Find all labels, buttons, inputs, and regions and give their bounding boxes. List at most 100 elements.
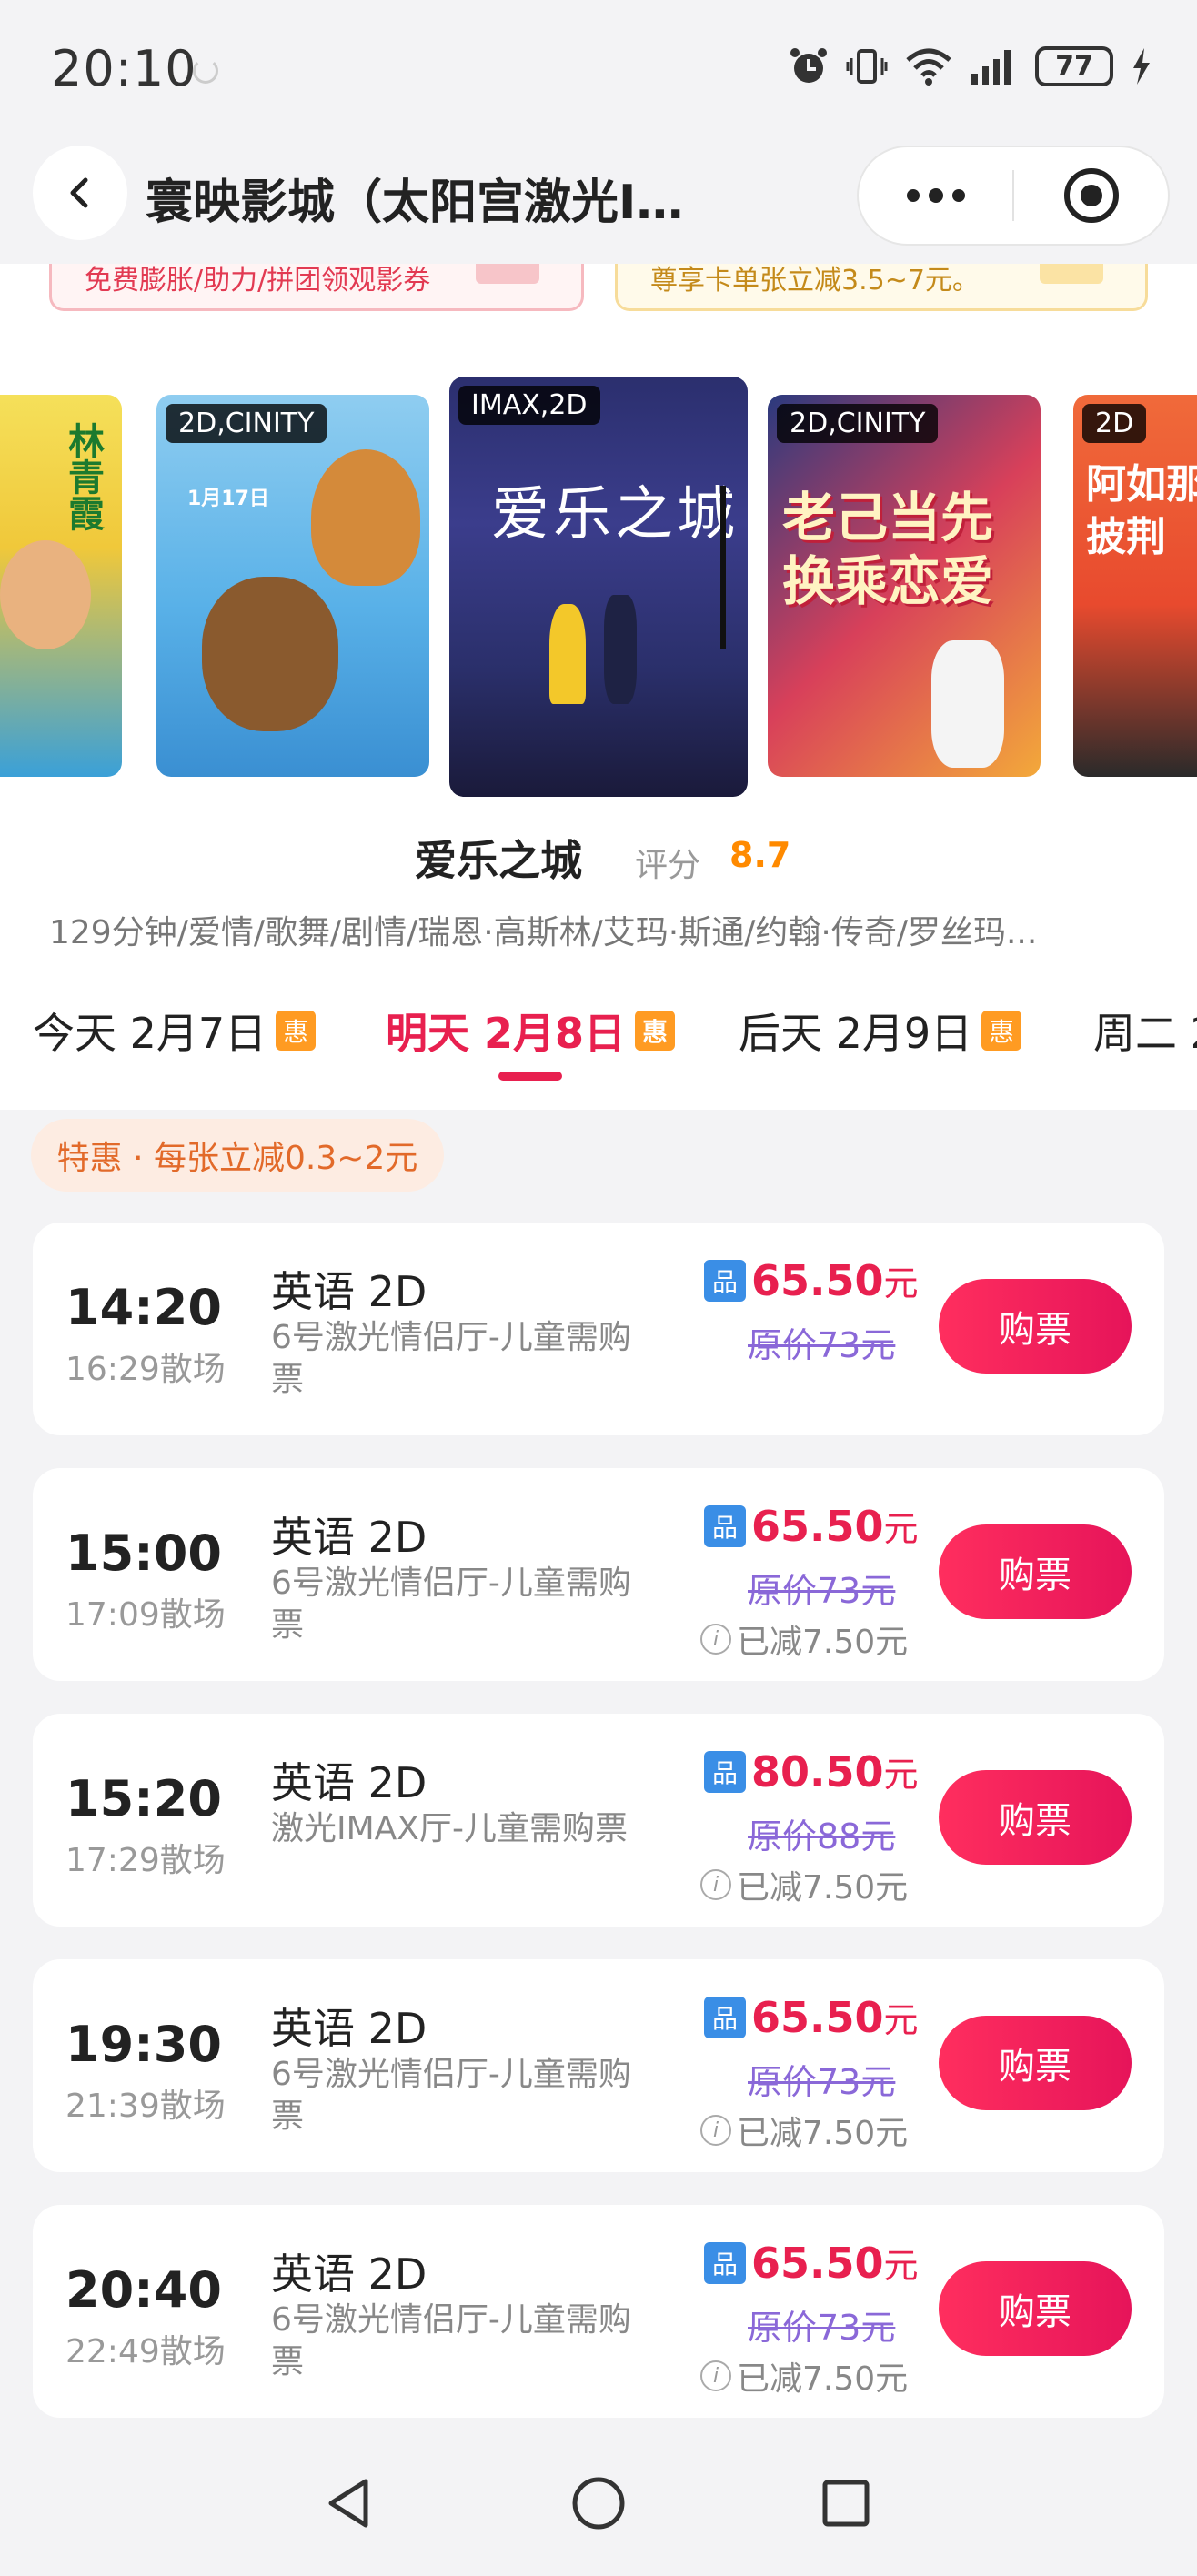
buy-ticket-button[interactable]: 购票	[939, 2261, 1132, 2356]
triangle-back-icon	[328, 2479, 368, 2528]
date-tab-tomorrow[interactable]: 明天 2月8日 惠	[386, 1001, 676, 1061]
square-recents-icon	[822, 2480, 870, 2527]
start-time: 20:40	[65, 2261, 222, 2319]
saved-amount[interactable]: i 已减7.50元	[700, 2107, 908, 2154]
poster-2-badge: 2D,CINITY	[166, 404, 327, 443]
showtime-card[interactable]: 19:30 21:39散场 英语 2D 6号激光情侣厅-儿童需购票 品 65.5…	[33, 1959, 1164, 2172]
poster-4-title: 老己当先 换乘恋爱	[782, 487, 994, 612]
buy-ticket-button[interactable]: 购票	[939, 1279, 1132, 1374]
buy-ticket-button[interactable]: 购票	[939, 1770, 1132, 1865]
promo-right-text: 尊享卡单张立减3.5~7元。	[650, 264, 980, 297]
more-dots-icon	[906, 188, 965, 203]
poster-2[interactable]: 1月17日 2D,CINITY	[156, 395, 429, 777]
price: 80.50	[751, 1746, 884, 1796]
date-tabs: 今天 2月7日 惠 明天 2月8日 惠 后天 2月9日 惠 周二 2	[0, 991, 1197, 1101]
circle-home-icon	[572, 2477, 625, 2530]
poster-3-dancer-2	[604, 595, 637, 704]
showtime-card[interactable]: 15:20 17:29散场 英语 2D 激光IMAX厅-儿童需购票 品 80.5…	[33, 1714, 1164, 1927]
promo-right-tag	[1040, 264, 1103, 284]
poster-4-badge: 2D,CINITY	[777, 404, 939, 443]
promo-left-tag	[476, 264, 539, 284]
poster-4-figure	[931, 640, 1004, 768]
nav-recents-button[interactable]	[810, 2467, 882, 2540]
hall-name: 6号激光情侣厅-儿童需购票	[271, 2301, 631, 2380]
back-button[interactable]	[33, 146, 127, 240]
price: 65.50	[751, 1501, 884, 1551]
poster-5[interactable]: 阿如那 披荆 2D	[1073, 395, 1197, 777]
battery-icon: 77	[1035, 46, 1113, 86]
header: 寰映影城（太阳宫激光I…	[0, 136, 1197, 264]
info-icon: i	[700, 1869, 731, 1900]
rating-value: 8.7	[729, 835, 791, 875]
showtime-card[interactable]: 14:20 16:29散场 英语 2D 6号激光情侣厅-儿童需购票 品 65.5…	[33, 1223, 1164, 1435]
showtime-card[interactable]: 15:00 17:09散场 英语 2D 6号激光情侣厅-儿童需购票 品 65.5…	[33, 1468, 1164, 1681]
poster-1-figure	[0, 540, 91, 649]
nav-home-button[interactable]	[562, 2467, 635, 2540]
discount-tag: 惠	[981, 1011, 1022, 1051]
saved-text: 已减7.50元	[737, 2115, 909, 2152]
promo-banner-right[interactable]: 尊享卡单张立减3.5~7元。	[615, 264, 1148, 311]
poster-2-balloon	[311, 449, 420, 586]
poster-4[interactable]: 老己当先 换乘恋爱 2D,CINITY	[768, 395, 1041, 777]
mini-program-capsule	[857, 146, 1170, 246]
movie-title: 爱乐之城	[415, 836, 582, 885]
active-tab-indicator	[498, 1072, 562, 1081]
date-tab-tuesday[interactable]: 周二 2	[1093, 1001, 1197, 1061]
status-bar: 20:10 77	[0, 0, 1197, 136]
language-format: 英语 2D	[271, 1267, 428, 1316]
signal-icon	[970, 46, 1019, 86]
saved-amount[interactable]: i 已减7.50元	[700, 1861, 908, 1908]
pin-badge-icon: 品	[704, 1504, 746, 1547]
alarm-icon	[788, 45, 830, 87]
start-time: 15:20	[65, 1770, 222, 1827]
end-time: 16:29散场	[65, 1351, 226, 1388]
poster-3-dancer-1	[549, 604, 586, 704]
hall-name: 6号激光情侣厅-儿童需购票	[271, 1319, 631, 1398]
saved-amount[interactable]: i 已减7.50元	[700, 1615, 908, 1663]
page: 20:10 77 寰映影城（太阳宫激光I… 免费膨胀/助力/拼团领观影券 尊享卡…	[0, 0, 1197, 2576]
price-unit: 元	[883, 1263, 919, 1303]
date-tab-label: 周二 2	[1093, 1009, 1197, 1058]
price: 65.50	[751, 2238, 884, 2288]
pin-badge-icon: 品	[704, 1259, 746, 1302]
poster-1[interactable]: 林青霞	[0, 395, 122, 777]
wifi-icon	[904, 45, 953, 87]
hall-name: 6号激光情侣厅-儿童需购票	[271, 1565, 631, 1644]
poster-3-badge: IMAX,2D	[458, 386, 600, 425]
info-icon: i	[700, 1624, 731, 1655]
poster-3-title: 爱乐之城	[491, 481, 739, 548]
date-tab-day-after[interactable]: 后天 2月9日 惠	[739, 1001, 1022, 1061]
date-tab-today[interactable]: 今天 2月7日 惠	[33, 1001, 317, 1061]
poster-3-featured[interactable]: 爱乐之城 IMAX,2D	[449, 377, 748, 797]
start-time: 14:20	[65, 1279, 222, 1336]
nav-back-button[interactable]	[313, 2467, 386, 2540]
start-time: 19:30	[65, 2016, 222, 2073]
saved-text: 已减7.50元	[737, 1869, 909, 1907]
price-row: 品 65.50 元	[704, 1992, 919, 2042]
buy-ticket-button[interactable]: 购票	[939, 1524, 1132, 1619]
buy-ticket-button[interactable]: 购票	[939, 2016, 1132, 2110]
price-unit: 元	[883, 1755, 919, 1795]
showtime-card[interactable]: 20:40 22:49散场 英语 2D 6号激光情侣厅-儿童需购票 品 65.5…	[33, 2205, 1164, 2418]
info-icon: i	[700, 2360, 731, 2391]
language-format: 英语 2D	[271, 1758, 428, 1807]
promo-banner-left[interactable]: 免费膨胀/助力/拼团领观影券	[49, 264, 584, 311]
price: 65.50	[751, 1992, 884, 2042]
saved-amount[interactable]: i 已减7.50元	[700, 2352, 908, 2400]
close-mini-program-button[interactable]	[1014, 147, 1168, 244]
poster-5-title: 阿如那 披荆	[1086, 461, 1197, 560]
original-price: 原价73元	[748, 1571, 896, 1611]
movie-meta[interactable]: 129分钟/爱情/歌舞/剧情/瑞恩·高斯林/艾玛·斯通/约翰·传奇/罗丝玛...	[49, 906, 1037, 953]
saved-text: 已减7.50元	[737, 1624, 909, 1661]
poster-1-text: 林青霞	[62, 422, 104, 531]
poster-2-date: 1月17日	[187, 488, 269, 510]
rating-label: 评分	[635, 847, 701, 884]
more-button[interactable]	[859, 147, 1012, 244]
info-icon: i	[700, 2115, 731, 2146]
page-title: 寰映影城（太阳宫激光I…	[146, 176, 684, 230]
pin-badge-icon: 品	[704, 1750, 746, 1793]
original-price: 原价88元	[748, 1816, 896, 1857]
promo-left-text: 免费膨胀/助力/拼团领观影券	[85, 264, 431, 297]
vibrate-icon	[846, 45, 888, 87]
pin-badge-icon: 品	[704, 2241, 746, 2284]
